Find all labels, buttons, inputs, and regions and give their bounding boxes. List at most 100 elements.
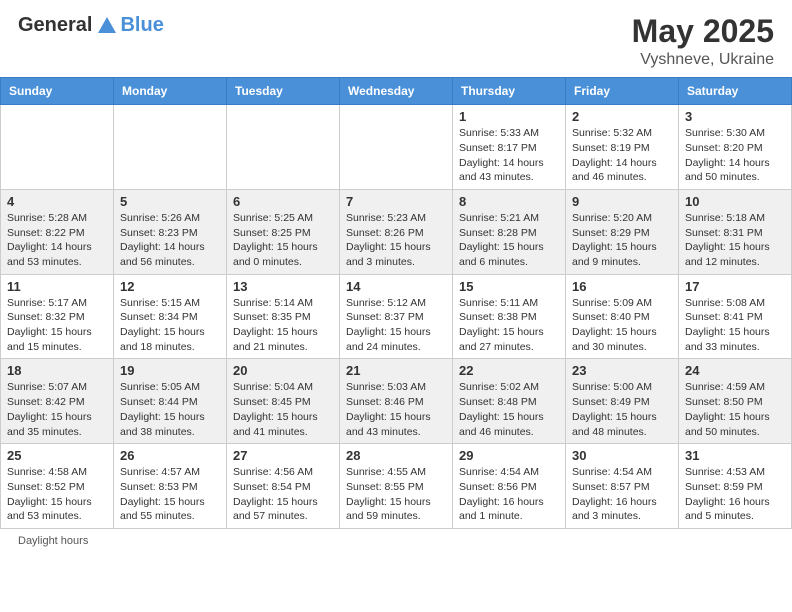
calendar-cell: 21 Sunrise: 5:03 AM Sunset: 8:46 PM Dayli… <box>340 359 453 444</box>
day-info: Sunrise: 4:58 AM Sunset: 8:52 PM Dayligh… <box>7 465 107 524</box>
month-title: May 2025 <box>632 14 774 49</box>
calendar-week-row: 11 Sunrise: 5:17 AM Sunset: 8:32 PM Dayli… <box>1 274 792 359</box>
day-info: Sunrise: 5:15 AM Sunset: 8:34 PM Dayligh… <box>120 296 220 355</box>
day-number: 15 <box>459 279 559 294</box>
calendar-cell: 8 Sunrise: 5:21 AM Sunset: 8:28 PM Daylig… <box>453 189 566 274</box>
calendar-cell: 14Sunrise: 5:12 AM Sunset: 8:37 PM Dayli… <box>340 274 453 359</box>
day-number: 29 <box>459 448 559 463</box>
day-number: 21 <box>346 363 446 378</box>
day-number: 1 <box>459 109 559 124</box>
calendar-cell <box>340 105 453 190</box>
day-number: 4 <box>7 194 107 209</box>
day-info: Sunrise: 4:59 AM Sunset: 8:50 PM Dayligh… <box>685 380 785 439</box>
day-number: 2 <box>572 109 672 124</box>
calendar-cell: 26 Sunrise: 4:57 AM Sunset: 8:53 PM Dayli… <box>114 444 227 529</box>
calendar-cell <box>227 105 340 190</box>
day-info: Sunrise: 5:17 AM Sunset: 8:32 PM Dayligh… <box>7 296 107 355</box>
day-number: 9 <box>572 194 672 209</box>
calendar-table: SundayMondayTuesdayWednesdayThursdayFrid… <box>0 77 792 529</box>
daylight-hours-label: Daylight hours <box>18 535 88 547</box>
day-number: 7 <box>346 194 446 209</box>
day-number: 19 <box>120 363 220 378</box>
calendar-cell: 28Sunrise: 4:55 AM Sunset: 8:55 PM Dayli… <box>340 444 453 529</box>
day-info: Sunrise: 4:54 AM Sunset: 8:57 PM Dayligh… <box>572 465 672 524</box>
calendar-cell: 19 Sunrise: 5:05 AM Sunset: 8:44 PM Dayli… <box>114 359 227 444</box>
page-header: General Blue May 2025 Vyshneve, Ukraine <box>0 0 792 77</box>
day-info: Sunrise: 5:05 AM Sunset: 8:44 PM Dayligh… <box>120 380 220 439</box>
day-number: 18 <box>7 363 107 378</box>
day-info: Sunrise: 5:03 AM Sunset: 8:46 PM Dayligh… <box>346 380 446 439</box>
day-info: Sunrise: 5:28 AM Sunset: 8:22 PM Dayligh… <box>7 211 107 270</box>
calendar-cell: 16Sunrise: 5:09 AM Sunset: 8:40 PM Dayli… <box>566 274 679 359</box>
day-number: 24 <box>685 363 785 378</box>
day-number: 27 <box>233 448 333 463</box>
calendar-week-row: 18 Sunrise: 5:07 AM Sunset: 8:42 PM Dayli… <box>1 359 792 444</box>
day-number: 28 <box>346 448 446 463</box>
footer-note: Daylight hours <box>0 529 792 553</box>
day-number: 13 <box>233 279 333 294</box>
day-info: Sunrise: 5:02 AM Sunset: 8:48 PM Dayligh… <box>459 380 559 439</box>
calendar-cell: 10Sunrise: 5:18 AM Sunset: 8:31 PM Dayli… <box>679 189 792 274</box>
calendar-week-row: 4 Sunrise: 5:28 AM Sunset: 8:22 PM Daylig… <box>1 189 792 274</box>
day-info: Sunrise: 5:21 AM Sunset: 8:28 PM Dayligh… <box>459 211 559 270</box>
calendar-cell: 1 Sunrise: 5:33 AM Sunset: 8:17 PM Daylig… <box>453 105 566 190</box>
day-number: 25 <box>7 448 107 463</box>
day-number: 30 <box>572 448 672 463</box>
day-info: Sunrise: 5:09 AM Sunset: 8:40 PM Dayligh… <box>572 296 672 355</box>
day-number: 3 <box>685 109 785 124</box>
day-info: Sunrise: 5:30 AM Sunset: 8:20 PM Dayligh… <box>685 126 785 185</box>
calendar-cell: 12 Sunrise: 5:15 AM Sunset: 8:34 PM Dayli… <box>114 274 227 359</box>
day-number: 20 <box>233 363 333 378</box>
calendar-cell: 27Sunrise: 4:56 AM Sunset: 8:54 PM Dayli… <box>227 444 340 529</box>
day-number: 12 <box>120 279 220 294</box>
day-info: Sunrise: 5:08 AM Sunset: 8:41 PM Dayligh… <box>685 296 785 355</box>
calendar-cell: 6Sunrise: 5:25 AM Sunset: 8:25 PM Daylig… <box>227 189 340 274</box>
calendar-day-header: Wednesday <box>340 78 453 105</box>
logo-icon <box>96 15 118 37</box>
calendar-cell <box>1 105 114 190</box>
day-number: 17 <box>685 279 785 294</box>
day-info: Sunrise: 5:00 AM Sunset: 8:49 PM Dayligh… <box>572 380 672 439</box>
day-info: Sunrise: 5:25 AM Sunset: 8:25 PM Dayligh… <box>233 211 333 270</box>
day-info: Sunrise: 5:11 AM Sunset: 8:38 PM Dayligh… <box>459 296 559 355</box>
location-title: Vyshneve, Ukraine <box>632 51 774 69</box>
day-info: Sunrise: 5:04 AM Sunset: 8:45 PM Dayligh… <box>233 380 333 439</box>
day-info: Sunrise: 4:54 AM Sunset: 8:56 PM Dayligh… <box>459 465 559 524</box>
calendar-cell: 25 Sunrise: 4:58 AM Sunset: 8:52 PM Dayli… <box>1 444 114 529</box>
day-info: Sunrise: 5:14 AM Sunset: 8:35 PM Dayligh… <box>233 296 333 355</box>
calendar-week-row: 1 Sunrise: 5:33 AM Sunset: 8:17 PM Daylig… <box>1 105 792 190</box>
calendar-day-header: Saturday <box>679 78 792 105</box>
calendar-cell: 29 Sunrise: 4:54 AM Sunset: 8:56 PM Dayli… <box>453 444 566 529</box>
calendar-cell: 13 Sunrise: 5:14 AM Sunset: 8:35 PM Dayli… <box>227 274 340 359</box>
calendar-cell: 22 Sunrise: 5:02 AM Sunset: 8:48 PM Dayli… <box>453 359 566 444</box>
calendar-cell: 23Sunrise: 5:00 AM Sunset: 8:49 PM Dayli… <box>566 359 679 444</box>
day-info: Sunrise: 5:12 AM Sunset: 8:37 PM Dayligh… <box>346 296 446 355</box>
calendar-cell: 3 Sunrise: 5:30 AM Sunset: 8:20 PM Daylig… <box>679 105 792 190</box>
calendar-cell: 24 Sunrise: 4:59 AM Sunset: 8:50 PM Dayli… <box>679 359 792 444</box>
calendar-cell: 18 Sunrise: 5:07 AM Sunset: 8:42 PM Dayli… <box>1 359 114 444</box>
day-number: 10 <box>685 194 785 209</box>
calendar-cell: 31Sunrise: 4:53 AM Sunset: 8:59 PM Dayli… <box>679 444 792 529</box>
day-info: Sunrise: 5:23 AM Sunset: 8:26 PM Dayligh… <box>346 211 446 270</box>
logo-text-general: General <box>18 14 92 37</box>
calendar-day-header: Monday <box>114 78 227 105</box>
calendar-cell <box>114 105 227 190</box>
logo-text-blue: Blue <box>120 14 163 37</box>
day-number: 22 <box>459 363 559 378</box>
calendar-day-header: Friday <box>566 78 679 105</box>
day-number: 26 <box>120 448 220 463</box>
calendar-cell: 5Sunrise: 5:26 AM Sunset: 8:23 PM Daylig… <box>114 189 227 274</box>
calendar-day-header: Thursday <box>453 78 566 105</box>
calendar-cell: 7 Sunrise: 5:23 AM Sunset: 8:26 PM Daylig… <box>340 189 453 274</box>
day-info: Sunrise: 5:07 AM Sunset: 8:42 PM Dayligh… <box>7 380 107 439</box>
calendar-cell: 15 Sunrise: 5:11 AM Sunset: 8:38 PM Dayli… <box>453 274 566 359</box>
calendar-day-header: Tuesday <box>227 78 340 105</box>
day-number: 11 <box>7 279 107 294</box>
calendar-cell: 30 Sunrise: 4:54 AM Sunset: 8:57 PM Dayli… <box>566 444 679 529</box>
calendar-cell: 17 Sunrise: 5:08 AM Sunset: 8:41 PM Dayli… <box>679 274 792 359</box>
day-info: Sunrise: 5:33 AM Sunset: 8:17 PM Dayligh… <box>459 126 559 185</box>
calendar-cell: 2Sunrise: 5:32 AM Sunset: 8:19 PM Daylig… <box>566 105 679 190</box>
day-info: Sunrise: 4:57 AM Sunset: 8:53 PM Dayligh… <box>120 465 220 524</box>
calendar-cell: 20 Sunrise: 5:04 AM Sunset: 8:45 PM Dayli… <box>227 359 340 444</box>
day-number: 8 <box>459 194 559 209</box>
